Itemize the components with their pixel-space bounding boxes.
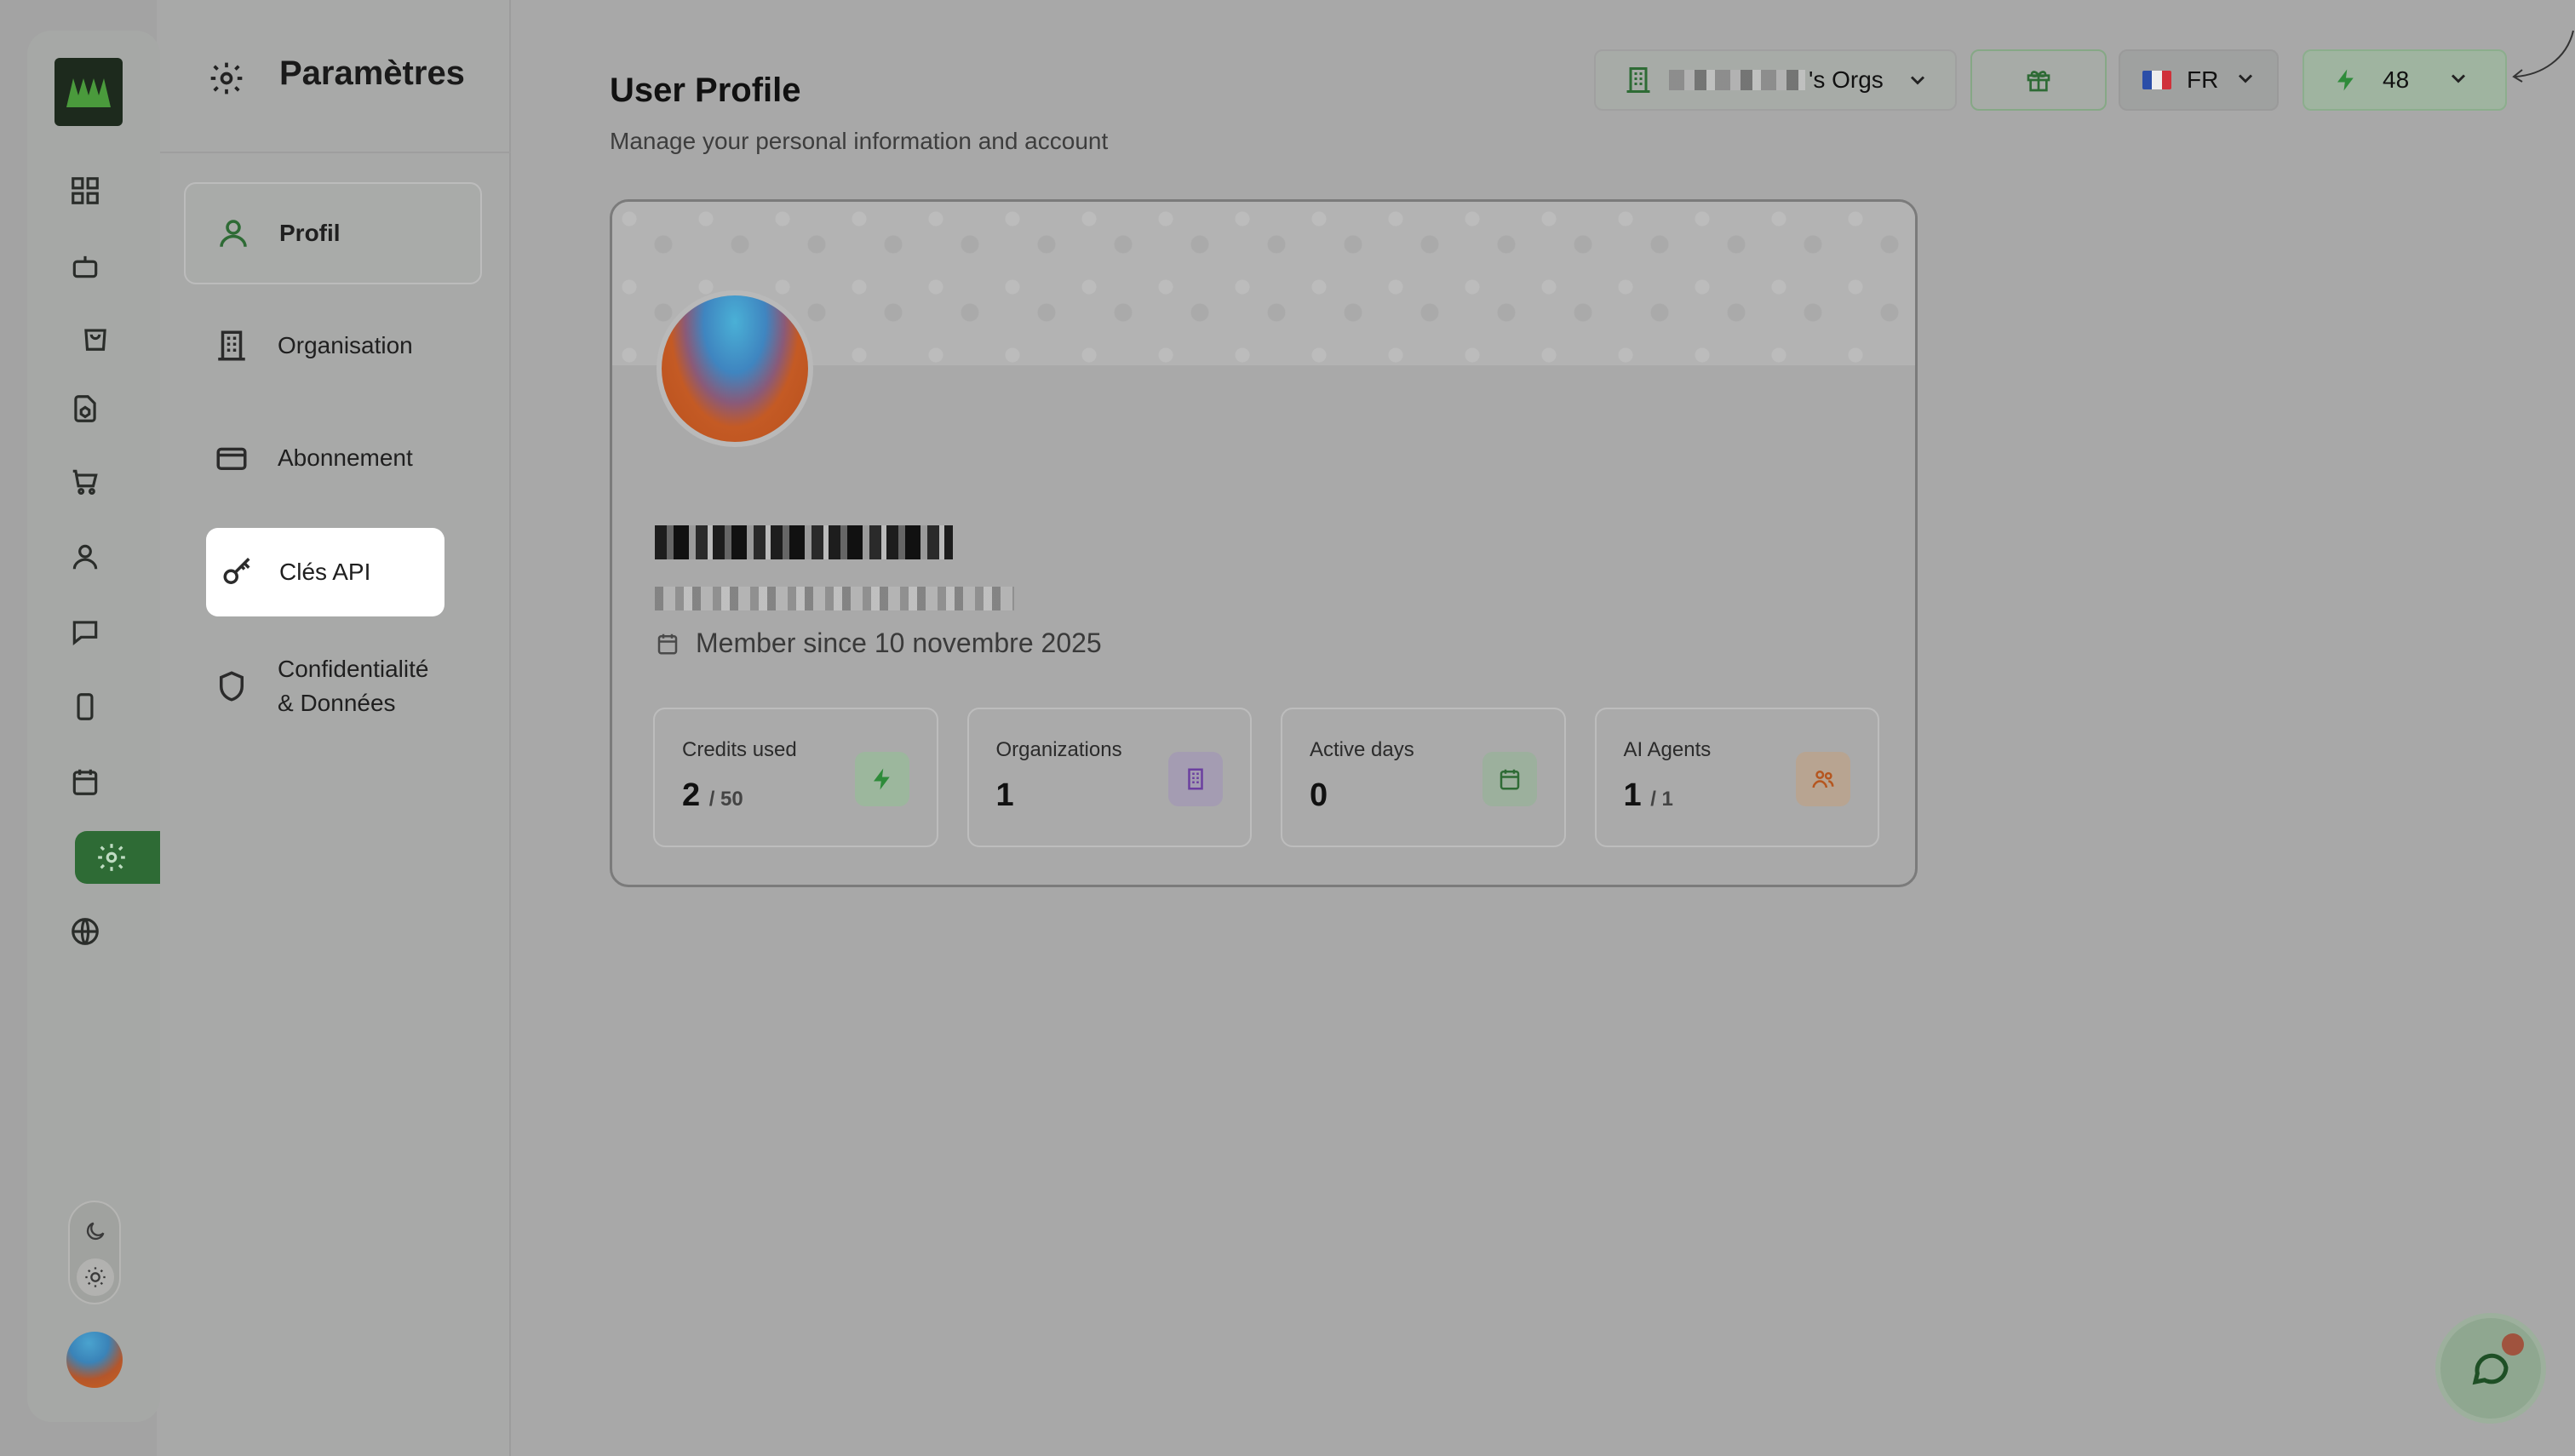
sun-icon[interactable] bbox=[77, 1258, 114, 1296]
notification-dot bbox=[2502, 1333, 2524, 1356]
calendar-icon bbox=[657, 633, 678, 654]
stat-value: 0 bbox=[1310, 777, 1328, 813]
gear-icon bbox=[208, 60, 245, 97]
users-icon bbox=[1796, 752, 1850, 806]
chat-support-button[interactable] bbox=[2440, 1318, 2541, 1419]
shopping-bag-icon[interactable] bbox=[70, 312, 121, 363]
message-icon[interactable] bbox=[60, 606, 111, 657]
stat-active-days: Active days 0 bbox=[1281, 708, 1566, 847]
dashboard-icon[interactable] bbox=[60, 165, 111, 216]
stat-value: 2 / 50 bbox=[682, 777, 743, 813]
stat-label: AI Agents bbox=[1623, 738, 1712, 761]
credits-dropdown[interactable]: 48 bbox=[2303, 49, 2507, 111]
pointer-arrow-icon bbox=[2512, 30, 2574, 83]
stat-label: Organizations bbox=[995, 738, 1122, 761]
chat-bubble-icon bbox=[2472, 1353, 2509, 1385]
org-label: 's Orgs bbox=[1809, 66, 1884, 93]
credits-count: 48 bbox=[2383, 66, 2410, 93]
moon-icon[interactable] bbox=[78, 1214, 112, 1248]
page-subtitle: Manage your personal information and acc… bbox=[610, 128, 1109, 154]
nav-item-abonnement[interactable]: Abonnement bbox=[184, 407, 482, 509]
org-name-redacted bbox=[1669, 70, 1805, 90]
profile-name-redacted bbox=[655, 525, 953, 559]
building-icon bbox=[211, 325, 252, 366]
france-flag-icon bbox=[2142, 71, 2171, 89]
stat-value: 1 / 1 bbox=[1623, 777, 1673, 813]
settings-header: Paramètres bbox=[160, 0, 511, 153]
stat-organizations: Organizations 1 bbox=[966, 708, 1252, 847]
nav-item-label: Organisation bbox=[278, 332, 413, 358]
logo-icon bbox=[66, 78, 111, 107]
nav-item-profil[interactable]: Profil bbox=[184, 182, 482, 284]
bot-icon[interactable] bbox=[60, 240, 111, 291]
user-icon bbox=[213, 213, 254, 254]
calendar-icon[interactable] bbox=[60, 756, 111, 807]
theme-toggle[interactable] bbox=[68, 1201, 121, 1304]
user-avatar[interactable] bbox=[66, 1332, 123, 1388]
building-icon bbox=[1623, 65, 1654, 95]
user-icon[interactable] bbox=[60, 531, 111, 582]
nav-item-label: Clés API bbox=[279, 559, 371, 585]
building-icon bbox=[1168, 752, 1223, 806]
chevron-down-icon bbox=[1906, 68, 1930, 92]
globe-icon[interactable] bbox=[60, 906, 111, 957]
bolt-icon bbox=[2333, 67, 2359, 93]
language-selector[interactable]: FR bbox=[2119, 49, 2279, 111]
file-cube-icon[interactable] bbox=[60, 383, 111, 434]
profile-card: Member since 10 novembre 2025 Credits us… bbox=[610, 199, 1918, 887]
settings-rail-button[interactable] bbox=[75, 831, 170, 884]
chevron-down-icon bbox=[2234, 66, 2257, 95]
credit-card-icon bbox=[211, 438, 252, 479]
nav-item-label: Abonnement bbox=[278, 444, 413, 471]
bolt-icon bbox=[854, 752, 909, 806]
member-since: Member since 10 novembre 2025 bbox=[655, 628, 1102, 659]
smartphone-icon[interactable] bbox=[60, 681, 111, 732]
nav-item-label: Profil bbox=[279, 220, 341, 246]
app-logo[interactable] bbox=[54, 58, 123, 126]
language-code: FR bbox=[2187, 66, 2219, 93]
settings-sidebar: Paramètres Profil Organisation Abonnemen… bbox=[160, 0, 511, 1456]
nav-item-organisation[interactable]: Organisation bbox=[184, 295, 482, 397]
stat-credits-used: Credits used 2 / 50 bbox=[653, 708, 938, 847]
key-icon bbox=[218, 552, 259, 593]
page-title: User Profile bbox=[610, 72, 801, 109]
settings-icon bbox=[98, 844, 125, 871]
nav-item-confidentialite[interactable]: Confidentialité & Données bbox=[184, 635, 482, 737]
settings-title: Paramètres bbox=[279, 54, 465, 92]
stat-label: Active days bbox=[1310, 738, 1414, 761]
stat-label: Credits used bbox=[682, 738, 797, 761]
profile-email-redacted bbox=[655, 587, 1014, 610]
profile-avatar[interactable] bbox=[657, 290, 813, 447]
shield-icon bbox=[211, 666, 252, 707]
stat-value: 1 bbox=[995, 777, 1014, 813]
org-switcher[interactable]: 's Orgs bbox=[1594, 49, 1957, 111]
cart-icon[interactable] bbox=[60, 456, 111, 507]
chevron-down-icon bbox=[2446, 66, 2470, 95]
nav-item-api-keys[interactable]: Clés API bbox=[206, 528, 444, 616]
calendar-icon bbox=[1482, 752, 1537, 806]
member-since-text: Member since 10 novembre 2025 bbox=[696, 628, 1102, 658]
nav-item-label: Confidentialité & Données bbox=[278, 656, 429, 716]
gift-button[interactable] bbox=[1970, 49, 2107, 111]
stats-row: Credits used 2 / 50 Organizations 1 Acti… bbox=[653, 708, 1879, 847]
gift-icon bbox=[2027, 71, 2050, 92]
stat-ai-agents: AI Agents 1 / 1 bbox=[1594, 708, 1879, 847]
